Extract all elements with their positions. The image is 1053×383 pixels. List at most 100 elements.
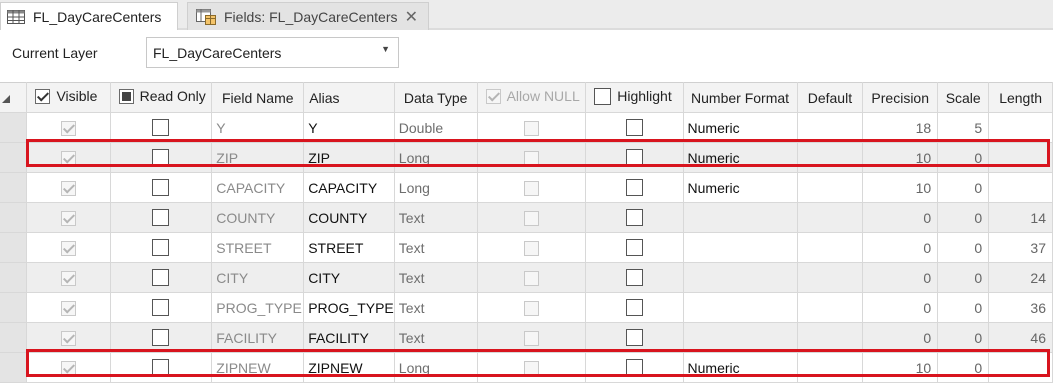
length-cell[interactable]: 24 (988, 262, 1053, 293)
row-selector[interactable] (0, 142, 28, 173)
scale-cell[interactable]: 0 (937, 232, 990, 263)
column-header-field-name[interactable]: Field Name (211, 82, 305, 113)
field-name-cell[interactable]: FACILITY (211, 322, 305, 353)
table-row[interactable]: STREET STREET Text 0 0 37 (0, 232, 1053, 263)
column-header-alias[interactable]: Alias (303, 82, 395, 113)
column-header-data-type[interactable]: Data Type (394, 82, 478, 113)
highlight-checkbox[interactable] (625, 239, 643, 257)
visible-checkbox[interactable] (61, 150, 77, 166)
scale-cell[interactable]: 0 (937, 262, 990, 293)
highlight-cell[interactable] (585, 112, 684, 143)
read-only-checkbox[interactable] (152, 209, 170, 227)
visible-checkbox[interactable] (61, 120, 77, 136)
default-cell[interactable] (797, 322, 864, 353)
visible-checkbox[interactable] (61, 330, 77, 346)
field-name-cell[interactable]: ZIP (211, 142, 305, 173)
alias-cell[interactable]: ZIPNEW (303, 352, 395, 383)
data-type-cell[interactable]: Text (394, 232, 478, 263)
length-cell[interactable] (988, 352, 1053, 383)
length-cell[interactable] (988, 172, 1053, 203)
visible-cell[interactable] (26, 292, 111, 323)
scale-cell[interactable]: 0 (937, 142, 990, 173)
field-name-cell[interactable]: PROG_TYPE (211, 292, 305, 323)
data-type-cell[interactable]: Long (394, 352, 478, 383)
row-selector[interactable] (0, 322, 28, 353)
precision-cell[interactable]: 10 (862, 142, 939, 173)
length-cell[interactable]: 37 (988, 232, 1053, 263)
data-type-cell[interactable]: Double (394, 112, 478, 143)
read-only-cell[interactable] (110, 232, 213, 263)
read-only-checkbox[interactable] (152, 149, 170, 167)
current-layer-dropdown[interactable]: FL_DayCareCenters ▼ (146, 37, 399, 68)
highlight-cell[interactable] (585, 322, 684, 353)
data-type-cell[interactable]: Long (394, 172, 478, 203)
number-format-cell[interactable] (683, 262, 798, 293)
read-only-checkbox[interactable] (152, 359, 170, 377)
precision-cell[interactable]: 0 (862, 292, 939, 323)
data-type-cell[interactable]: Text (394, 292, 478, 323)
read-only-checkbox[interactable] (152, 179, 170, 197)
row-selector[interactable] (0, 112, 28, 143)
precision-cell[interactable]: 0 (862, 322, 939, 353)
precision-cell[interactable]: 10 (862, 352, 939, 383)
table-row[interactable]: CAPACITY CAPACITY Long Numeric 10 0 (0, 172, 1053, 203)
column-header-default[interactable]: Default (797, 82, 864, 113)
precision-cell[interactable]: 0 (862, 202, 939, 233)
default-cell[interactable] (797, 232, 864, 263)
data-type-cell[interactable]: Text (394, 322, 478, 353)
highlight-checkbox[interactable] (625, 209, 643, 227)
table-row[interactable]: ZIP ZIP Long Numeric 10 0 (0, 142, 1053, 173)
column-header-read-only[interactable]: Read Only (110, 82, 213, 113)
visible-checkbox[interactable] (61, 180, 77, 196)
default-cell[interactable] (797, 112, 864, 143)
column-header-scale[interactable]: Scale (937, 82, 990, 113)
field-name-cell[interactable]: ZIPNEW (211, 352, 305, 383)
number-format-cell[interactable]: Numeric (683, 172, 798, 203)
default-cell[interactable] (797, 202, 864, 233)
data-type-cell[interactable]: Long (394, 142, 478, 173)
highlight-cell[interactable] (585, 142, 684, 173)
column-header-allow-null[interactable]: Allow NULL (477, 82, 587, 113)
row-selector[interactable] (0, 292, 28, 323)
alias-cell[interactable]: CAPACITY (303, 172, 395, 203)
scale-cell[interactable]: 0 (937, 172, 990, 203)
field-name-cell[interactable]: STREET (211, 232, 305, 263)
default-cell[interactable] (797, 172, 864, 203)
field-name-cell[interactable]: COUNTY (211, 202, 305, 233)
table-row[interactable]: CITY CITY Text 0 0 24 (0, 262, 1053, 293)
number-format-cell[interactable] (683, 292, 798, 323)
visible-checkbox[interactable] (61, 270, 77, 286)
visible-checkbox[interactable] (61, 360, 77, 376)
table-row[interactable]: PROG_TYPE PROG_TYPE Text 0 0 36 (0, 292, 1053, 323)
highlight-cell[interactable] (585, 232, 684, 263)
scale-cell[interactable]: 0 (937, 322, 990, 353)
field-name-cell[interactable]: Y (211, 112, 305, 143)
length-cell[interactable]: 14 (988, 202, 1053, 233)
row-selector[interactable] (0, 232, 28, 263)
alias-cell[interactable]: PROG_TYPE (303, 292, 395, 323)
precision-cell[interactable]: 10 (862, 172, 939, 203)
scale-cell[interactable]: 0 (937, 292, 990, 323)
read-only-cell[interactable] (110, 142, 213, 173)
close-icon[interactable]: ✕ (405, 7, 418, 27)
visible-cell[interactable] (26, 172, 111, 203)
table-row[interactable]: Y Y Double Numeric 18 5 (0, 112, 1053, 143)
read-only-cell[interactable] (110, 202, 213, 233)
read-only-cell[interactable] (110, 172, 213, 203)
read-only-checkbox[interactable] (152, 269, 170, 287)
alias-cell[interactable]: ZIP (303, 142, 395, 173)
row-selector[interactable] (0, 352, 28, 383)
column-header-visible[interactable]: Visible (26, 82, 111, 113)
row-selector[interactable] (0, 202, 28, 233)
highlight-checkbox[interactable] (625, 269, 643, 287)
alias-cell[interactable]: Y (303, 112, 395, 143)
tab-fields-view[interactable]: Fields: FL_DayCareCenters ✕ (187, 2, 429, 30)
highlight-checkbox[interactable] (625, 299, 643, 317)
precision-cell[interactable]: 18 (862, 112, 939, 143)
highlight-cell[interactable] (585, 202, 684, 233)
visible-checkbox[interactable] (61, 300, 77, 316)
read-only-cell[interactable] (110, 322, 213, 353)
table-row[interactable]: FACILITY FACILITY Text 0 0 46 (0, 322, 1053, 353)
highlight-cell[interactable] (585, 352, 684, 383)
read-only-cell[interactable] (110, 262, 213, 293)
